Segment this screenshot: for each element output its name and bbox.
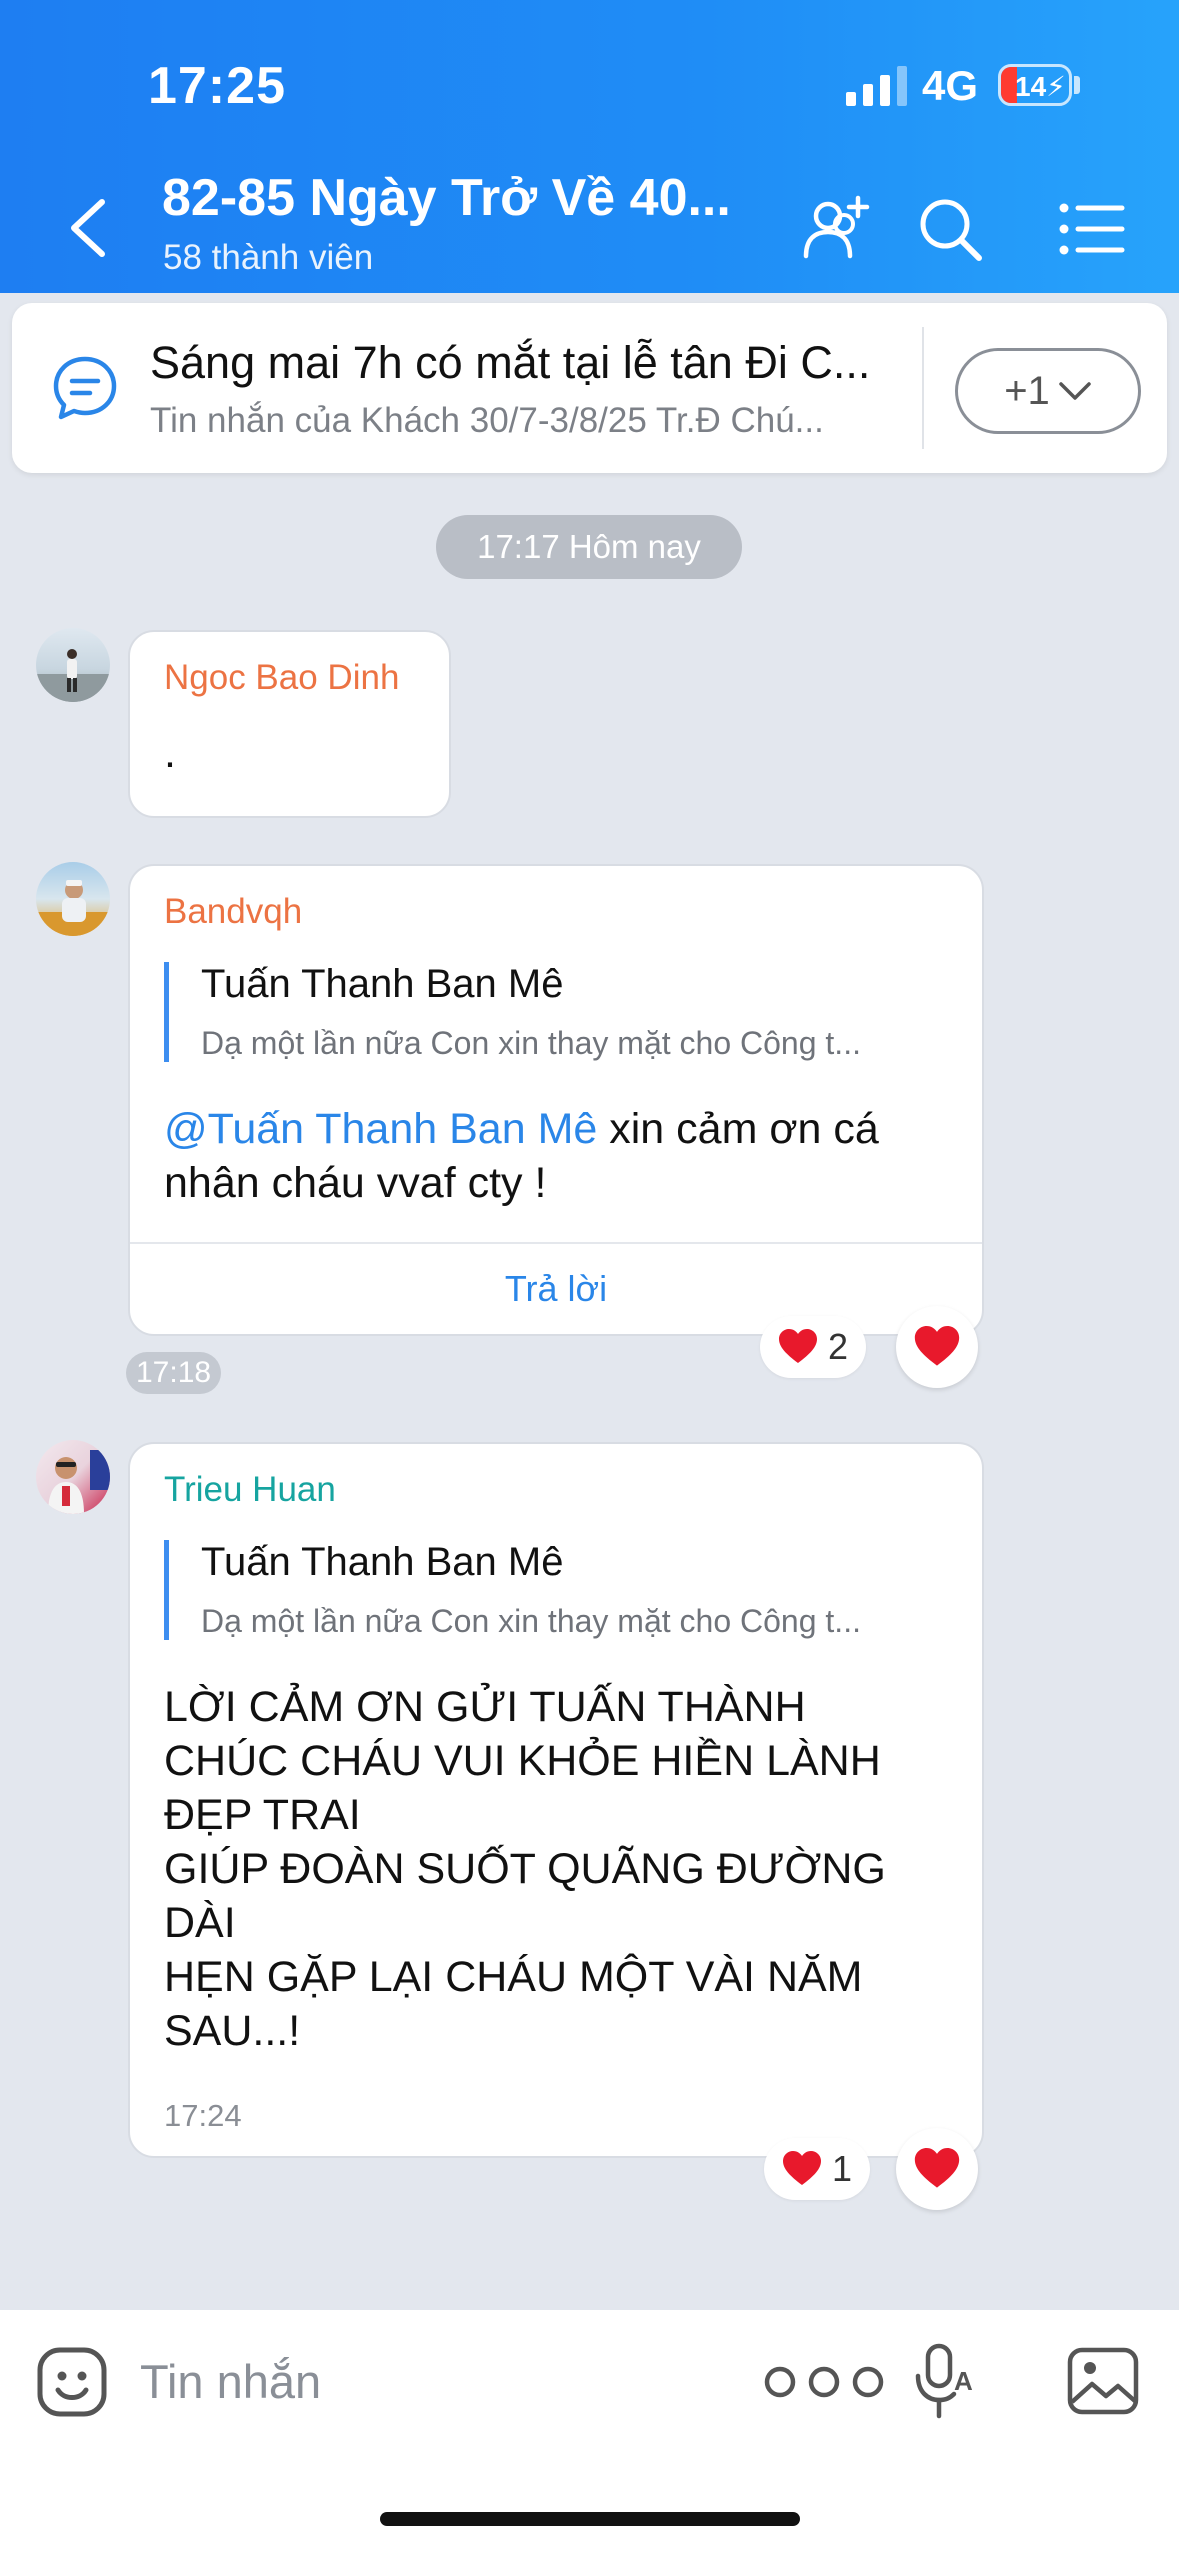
react-button[interactable] [896,2128,978,2210]
message-line: DÀI [164,1899,236,1947]
chevron-left-icon[interactable] [62,196,114,260]
message-line: GIÚP ĐOÀN SUỐT QUÃNG ĐƯỜNG [164,1845,886,1893]
avatar[interactable] [36,862,110,936]
reaction-count: 2 [828,1326,849,1367]
date-separator: 17:17 Hôm nay [436,515,742,579]
pinned-count-button[interactable]: +1 [955,348,1141,434]
person-photo [36,649,110,702]
message-line: HẸN GẶP LẠI CHÁU MỘT VÀI NĂM [164,1953,863,2001]
more-dots-icon[interactable] [760,2358,888,2406]
message-text: @Tuấn Thanh Ban Mê xin cảm ơn cá nhân ch… [164,1102,879,1210]
reply-button[interactable]: Trả lời [130,1242,982,1334]
emoji-icon[interactable] [36,2346,108,2418]
message-bubble[interactable]: Trieu Huan Tuấn Thanh Ban Mê Dạ một lần … [128,1442,984,2158]
sender-name[interactable]: Trieu Huan [164,1470,336,1510]
image-icon[interactable] [1066,2346,1140,2416]
network-type: 4G [922,62,979,109]
heart-icon [783,2151,821,2185]
battery-icon: 14⚡ [998,64,1072,106]
reaction-count: 1 [832,2148,853,2189]
react-button[interactable] [896,1306,978,1388]
pinned-count: +1 [1004,368,1050,413]
add-member-icon[interactable] [800,194,870,264]
sender-name[interactable]: Ngoc Bao Dinh [164,658,399,698]
person-photo [48,1450,110,1514]
chevron-down-icon [1059,382,1091,400]
chat-bubble-icon [53,356,117,420]
avatar[interactable] [36,1440,110,1514]
svg-text:A: A [954,2366,973,2396]
quoted-text: Dạ một lần nữa Con xin thay mặt cho Công… [201,1025,861,1061]
person-photo [36,880,110,936]
message-time: 17:24 [164,2098,242,2133]
avatar[interactable] [36,628,110,702]
divider [922,327,924,449]
message-text-part: nhân cháu vvaf cty ! [164,1159,547,1207]
message-bubble[interactable]: Ngoc Bao Dinh . [128,630,451,818]
quoted-sender: Tuấn Thanh Ban Mê [201,962,564,1006]
voice-text-icon[interactable]: A [912,2342,982,2422]
message-bubble[interactable]: Bandvqh Tuấn Thanh Ban Mê Dạ một lần nữa… [128,864,984,1336]
chat-header: 17:25 4G 14⚡ 82-85 Ngày Trở Về 40... 58 … [0,0,1179,293]
quoted-message[interactable]: Tuấn Thanh Ban Mê Dạ một lần nữa Con xin… [164,962,861,1062]
quoted-sender: Tuấn Thanh Ban Mê [201,1540,564,1584]
home-indicator [380,2512,800,2526]
battery-level: 14 [1015,71,1047,102]
heart-icon [779,1329,817,1363]
message-line: LỜI CẢM ƠN GỬI TUẤN THÀNH [164,1683,806,1731]
group-title[interactable]: 82-85 Ngày Trở Về 40... [162,168,731,228]
message-text-part: xin cảm ơn cá [597,1105,879,1153]
pinned-message[interactable]: Sáng mai 7h có mắt tại lễ tân Đi C... Ti… [12,303,1167,473]
quoted-text: Dạ một lần nữa Con xin thay mặt cho Công… [201,1603,861,1639]
mention-link[interactable]: @Tuấn Thanh Ban Mê [164,1105,597,1153]
search-icon[interactable] [915,194,985,264]
reaction-summary[interactable]: 2 [760,1316,867,1378]
signal-icon [846,66,907,106]
message-text: . [164,729,176,777]
pinned-title: Sáng mai 7h có mắt tại lễ tân Đi C... [150,337,871,388]
member-count: 58 thành viên [163,238,374,277]
reaction-summary[interactable]: 1 [764,2138,871,2200]
heart-icon [914,1326,960,1366]
message-line: CHÚC CHÁU VUI KHỎE HIỀN LÀNH [164,1737,881,1785]
message-line: SAU...! [164,2007,301,2055]
sender-name[interactable]: Bandvqh [164,892,302,932]
status-time: 17:25 [148,57,286,115]
message-time: 17:18 [126,1352,222,1394]
message-input[interactable] [140,2354,700,2409]
list-menu-icon[interactable] [1056,194,1126,264]
message-text: LỜI CẢM ƠN GỬI TUẤN THÀNH CHÚC CHÁU VUI … [164,1680,886,2058]
heart-icon [914,2148,960,2188]
pinned-subtitle: Tin nhắn của Khách 30/7-3/8/25 Tr.Đ Chú.… [150,401,824,440]
message-line: ĐẸP TRAI [164,1791,361,1839]
quoted-message[interactable]: Tuấn Thanh Ban Mê Dạ một lần nữa Con xin… [164,1540,861,1640]
